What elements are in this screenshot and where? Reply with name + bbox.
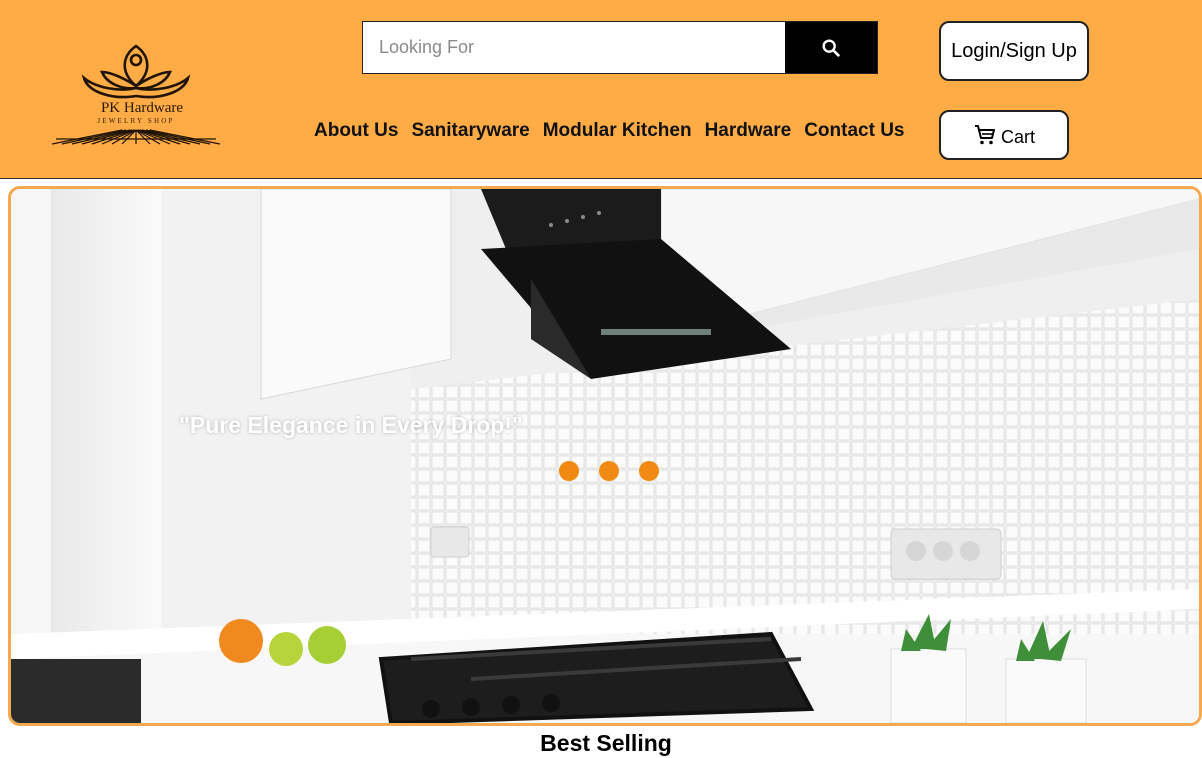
hero-carousel[interactable]: "Pure Elegance in Every Drop!" xyxy=(8,186,1202,726)
search-button[interactable] xyxy=(785,22,877,73)
hero-kitchen-image xyxy=(11,189,1199,723)
site-header: PK Hardware JEWELRY SHOP Login/Sign Up C… xyxy=(0,0,1202,179)
brand-logo[interactable]: PK Hardware JEWELRY SHOP xyxy=(52,38,220,146)
nav-item-sanitaryware[interactable]: Sanitaryware xyxy=(411,120,529,142)
brand-tagline: JEWELRY SHOP xyxy=(97,117,175,125)
cart-icon xyxy=(974,125,995,145)
cart-label: Cart xyxy=(1000,126,1035,147)
nav-item-modular-kitchen[interactable]: Modular Kitchen xyxy=(543,120,692,142)
main-nav: About Us Sanitaryware Modular Kitchen Ha… xyxy=(314,120,904,142)
carousel-dot-1[interactable] xyxy=(559,461,579,481)
nav-item-contact-us[interactable]: Contact Us xyxy=(804,120,904,142)
search-icon xyxy=(822,38,840,57)
nav-item-hardware[interactable]: Hardware xyxy=(705,120,792,142)
carousel-dot-3[interactable] xyxy=(639,461,659,481)
login-signup-button[interactable]: Login/Sign Up xyxy=(939,21,1089,81)
search-bar xyxy=(362,21,878,74)
lotus-icon xyxy=(52,44,220,145)
cart-button[interactable]: Cart xyxy=(939,110,1069,160)
carousel-dot-2[interactable] xyxy=(599,461,619,481)
nav-item-about-us[interactable]: About Us xyxy=(314,120,398,142)
brand-name: PK Hardware xyxy=(100,100,184,116)
search-input[interactable] xyxy=(363,22,785,73)
carousel-dots xyxy=(559,461,659,481)
best-selling-heading: Best Selling xyxy=(540,730,672,756)
hero-caption: "Pure Elegance in Every Drop!" xyxy=(179,412,523,438)
